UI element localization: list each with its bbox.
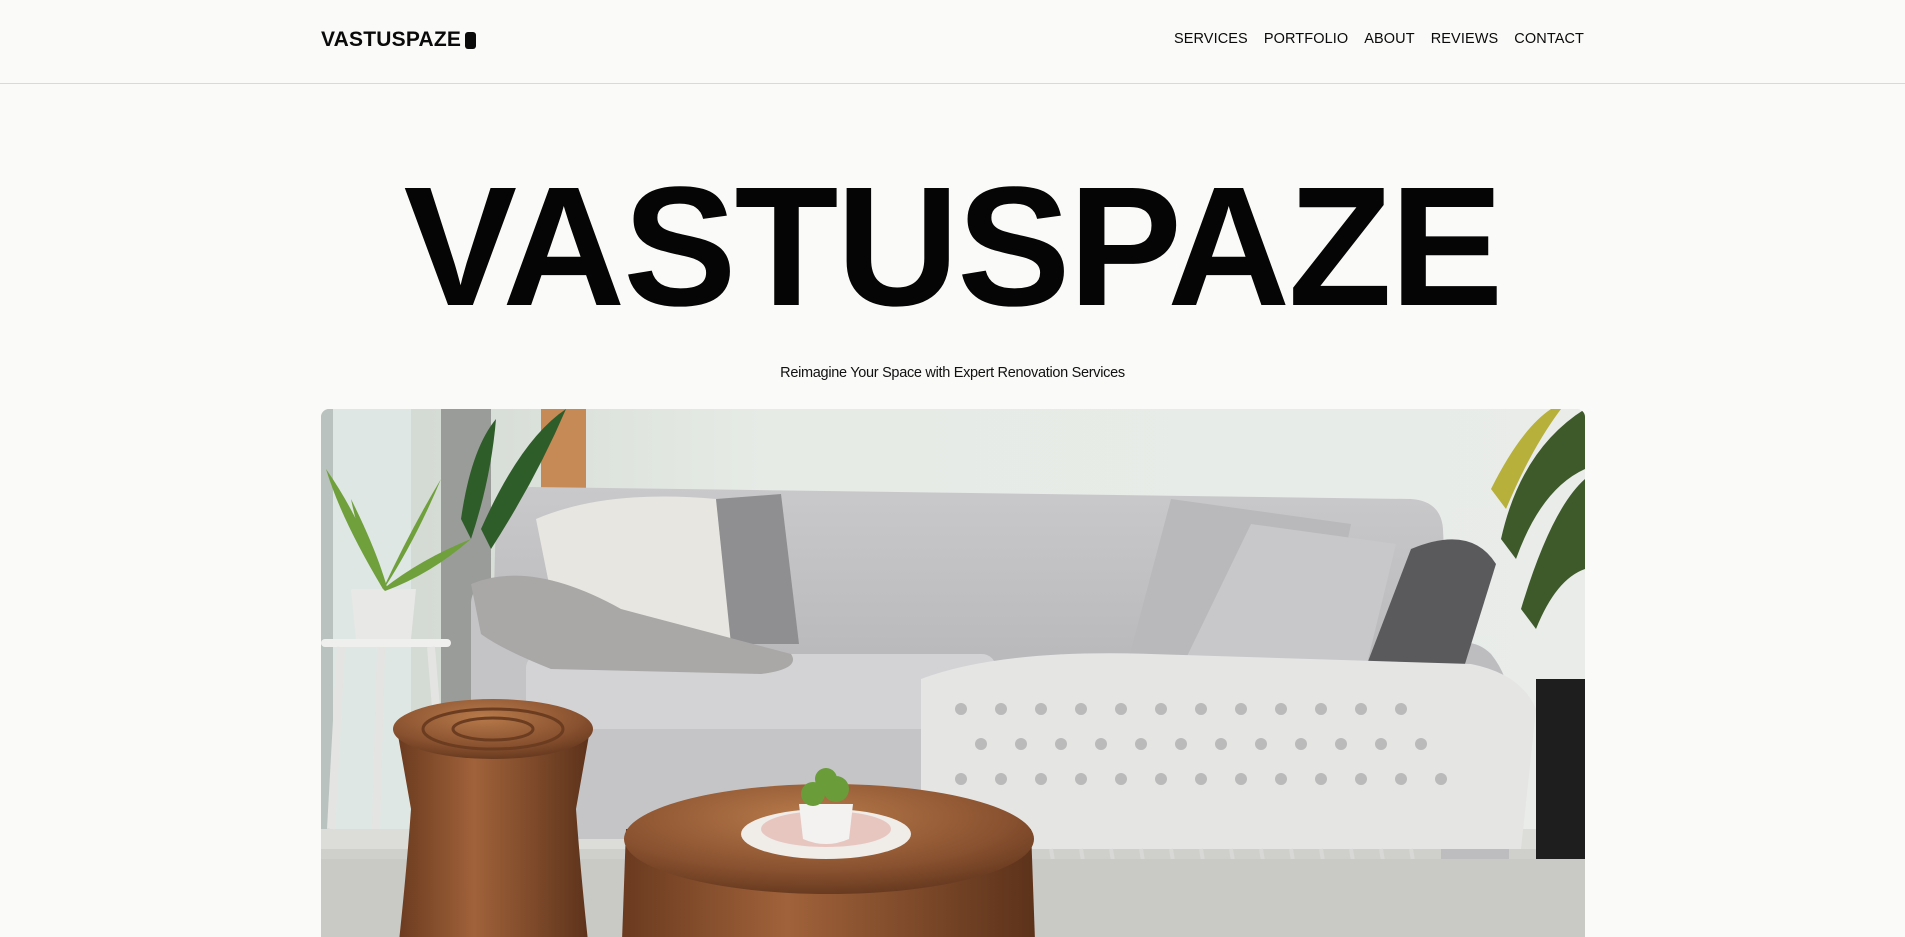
brand-logo[interactable]: VASTUSPAZE xyxy=(321,28,477,52)
brand-logo-text: VASTUSPAZE xyxy=(321,28,462,51)
nav-link-reviews[interactable]: REVIEWS xyxy=(1431,31,1499,47)
nav-link-about[interactable]: ABOUT xyxy=(1364,31,1414,47)
nav-link-portfolio[interactable]: PORTFOLIO xyxy=(1264,31,1348,47)
main-nav: SERVICES PORTFOLIO ABOUT REVIEWS CONTACT xyxy=(1174,31,1584,47)
hero-title: VASTUSPAZE xyxy=(403,152,1504,342)
site-header: VASTUSPAZE SERVICES PORTFOLIO ABOUT REVI… xyxy=(0,0,1905,84)
nav-link-contact[interactable]: CONTACT xyxy=(1514,31,1584,47)
page: VASTUSPAZE SERVICES PORTFOLIO ABOUT REVI… xyxy=(0,0,1905,937)
living-room-photo xyxy=(321,409,1585,937)
nav-link-services[interactable]: SERVICES xyxy=(1174,31,1248,47)
hero-image xyxy=(321,409,1585,937)
logo-mark-icon xyxy=(465,31,477,49)
hero-subtitle: Reimagine Your Space with Expert Renovat… xyxy=(780,365,1125,381)
